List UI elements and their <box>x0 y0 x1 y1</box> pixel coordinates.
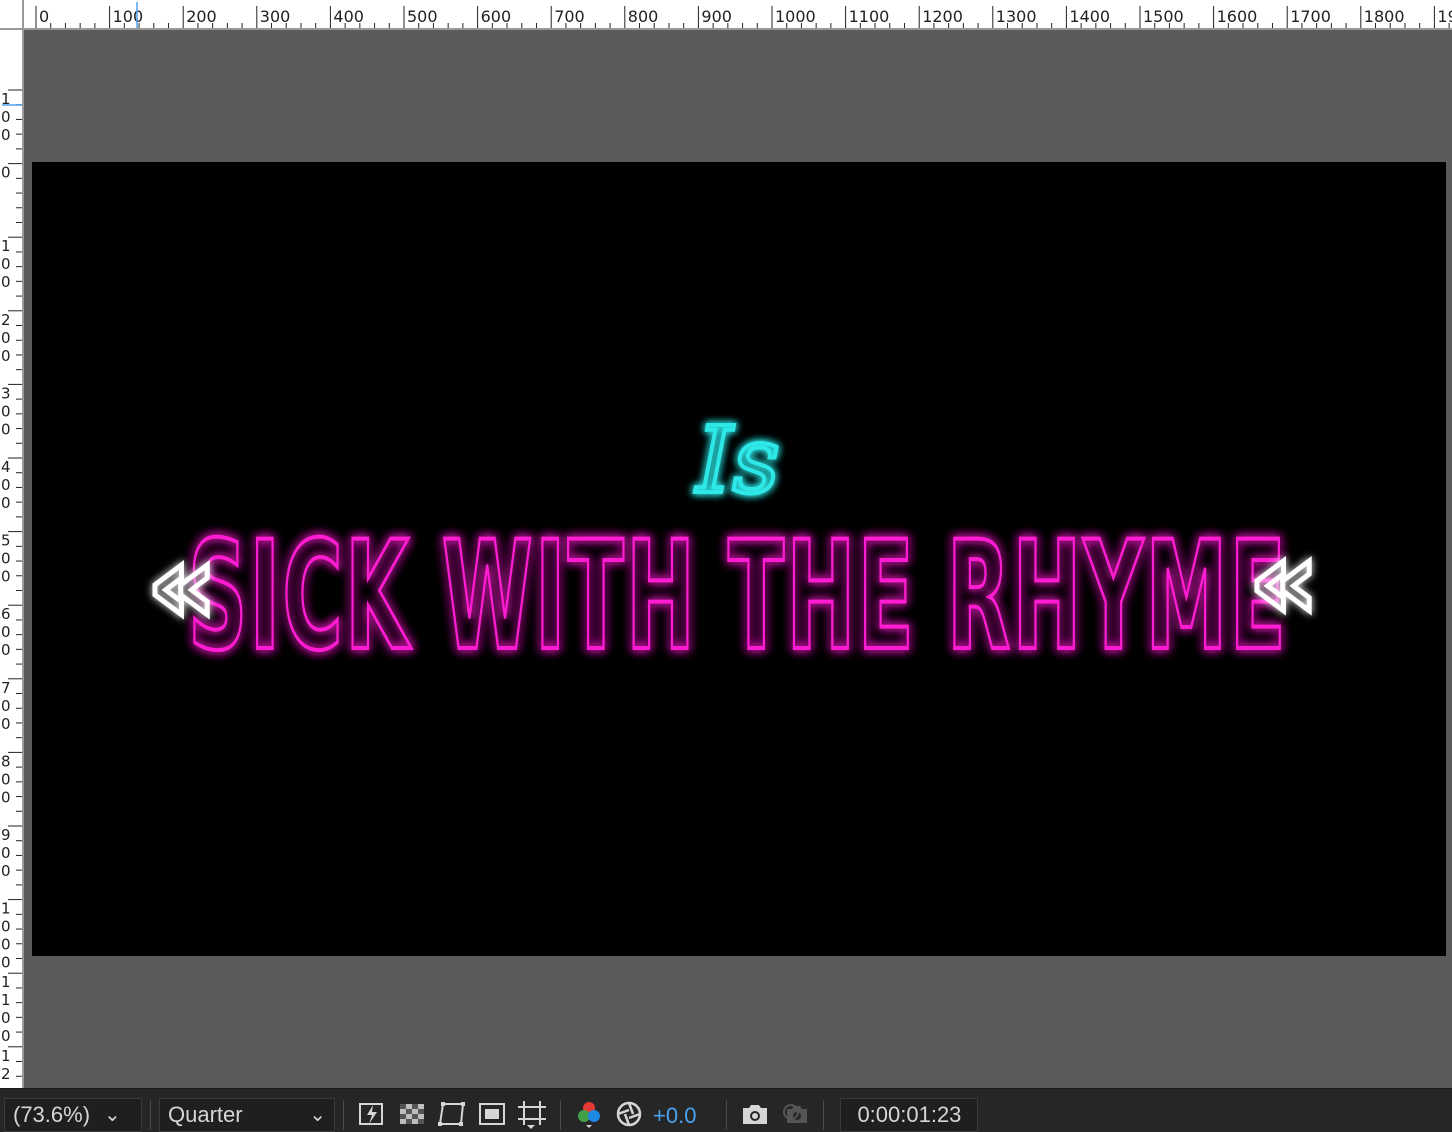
ruler-label: 1400 <box>1069 7 1110 26</box>
fast-preview-icon[interactable] <box>352 1094 392 1132</box>
composition-frame[interactable]: Is SICK WITH THE RHYME « « <box>32 162 1446 956</box>
ruler-label: 0 <box>1 420 11 438</box>
composition-viewer: 0 100 200 300 400 500 600 700 800 900 1000 1100 1200… <box>0 0 1452 1132</box>
ruler-label: 2 <box>1 1065 11 1083</box>
ruler-label: 1300 <box>996 7 1037 26</box>
ruler-label: 0 <box>1 623 11 641</box>
ruler-label: 1200 <box>922 7 963 26</box>
ruler-label: 0 <box>1 788 11 806</box>
ruler-label: 2 <box>1 311 11 329</box>
resolution-value: Quarter <box>168 1101 243 1127</box>
ruler-label: 0 <box>1 108 11 126</box>
channel-rgb-icon[interactable] <box>569 1094 609 1132</box>
ruler-label: 0 <box>1 568 11 586</box>
ruler-label: 0 <box>1 844 11 862</box>
ruler-label: 4 <box>1 458 11 476</box>
transparency-grid-icon[interactable] <box>392 1094 432 1132</box>
ruler-label: 1 <box>1 973 11 991</box>
resolution-dropdown[interactable]: Quarter ⌄ <box>159 1097 335 1132</box>
ruler-label: 9 <box>1 826 11 844</box>
ruler-vertical-scale: 1000100200300400500600700800900100011001… <box>1 89 22 1083</box>
chevron-down-icon: ⌄ <box>104 1104 121 1126</box>
ruler-label: 0 <box>1 476 11 494</box>
ruler-label: 3 <box>1 384 11 402</box>
ruler-label: 0 <box>1 1009 11 1027</box>
snapshot-camera-icon[interactable] <box>735 1094 775 1132</box>
ruler-label: 0 <box>39 7 49 26</box>
ruler-label: 5 <box>1 532 11 550</box>
divider <box>343 1099 344 1130</box>
ruler-label: 0 <box>1 402 11 420</box>
region-of-interest-icon[interactable] <box>472 1094 512 1132</box>
mask-path-icon[interactable] <box>432 1094 472 1132</box>
ruler-label: 0 <box>1 715 11 733</box>
viewer-footer-bar: (73.6%) ⌄ Quarter ⌄ +0.0 0:00:01:23 <box>0 1088 1452 1132</box>
neon-small-text: Is <box>694 407 780 514</box>
ruler-label: 0 <box>1 770 11 788</box>
ruler-label: 0 <box>1 494 11 512</box>
ruler-label: 0 <box>1 697 11 715</box>
guides-grid-icon[interactable] <box>512 1094 552 1132</box>
divider <box>150 1099 151 1130</box>
divider <box>560 1099 561 1130</box>
ruler-label: 1700 <box>1290 7 1331 26</box>
exposure-shutter-icon[interactable] <box>609 1094 649 1132</box>
ruler-label: 1 <box>1 1047 11 1065</box>
ruler-label: 7 <box>1 679 11 697</box>
divider <box>726 1099 728 1130</box>
ruler-label: 0 <box>1 1027 11 1045</box>
ruler-label: 0 <box>1 273 11 291</box>
ruler-vertical[interactable]: 1000100200300400500600700800900100011001… <box>0 30 24 1088</box>
current-time-display[interactable]: 0:00:01:23 <box>840 1097 979 1132</box>
chevron-down-icon: ⌄ <box>309 1104 326 1126</box>
ruler-label: 1600 <box>1217 7 1258 26</box>
composition-render: Is SICK WITH THE RHYME « « <box>144 405 1322 686</box>
ruler-horizontal-scale: 0 100 200 300 400 500 600 700 800 900 1000 1100 1200… <box>35 2 1452 28</box>
divider <box>823 1099 825 1130</box>
ruler-label: 0 <box>1 936 11 954</box>
ruler-label: 1 <box>1 991 11 1009</box>
ruler-label: 6 <box>1 605 11 623</box>
ruler-label: 0 <box>1 164 11 182</box>
ruler-label: 1000 <box>775 7 816 26</box>
show-snapshot-icon[interactable] <box>775 1094 815 1132</box>
magnification-dropdown[interactable]: (73.6%) ⌄ <box>4 1097 142 1132</box>
double-chevron-left-icon: « <box>146 520 217 648</box>
ruler-label: 0 <box>1 641 11 659</box>
ruler-label: 0 <box>1 126 11 144</box>
ruler-origin[interactable] <box>0 0 24 30</box>
ruler-horizontal[interactable]: 0 100 200 300 400 500 600 700 800 900 1000 1100 1200… <box>0 0 1452 30</box>
ruler-label: 0 <box>1 954 11 972</box>
exposure-value[interactable]: +0.0 <box>653 1103 696 1129</box>
ruler-label: 8 <box>1 752 11 770</box>
ruler-label: 0 <box>1 255 11 273</box>
ruler-label: 0 <box>1 329 11 347</box>
ruler-label: 1 <box>1 237 11 255</box>
ruler-label: 19 <box>1437 7 1452 26</box>
ruler-label: 0 <box>1 918 11 936</box>
ruler-label: 1500 <box>1143 7 1184 26</box>
ruler-label: 1 <box>1 900 11 918</box>
double-chevron-right-icon: « <box>1248 516 1319 644</box>
ruler-label: 0 <box>1 550 11 568</box>
ruler-label: 0 <box>1 862 11 880</box>
ruler-label: 1100 <box>849 7 890 26</box>
magnification-value: (73.6%) <box>13 1101 91 1127</box>
ruler-label: 1800 <box>1364 7 1405 26</box>
neon-title-text: SICK WITH THE RHYME <box>188 510 1288 684</box>
ruler-label: 0 <box>1 347 11 365</box>
